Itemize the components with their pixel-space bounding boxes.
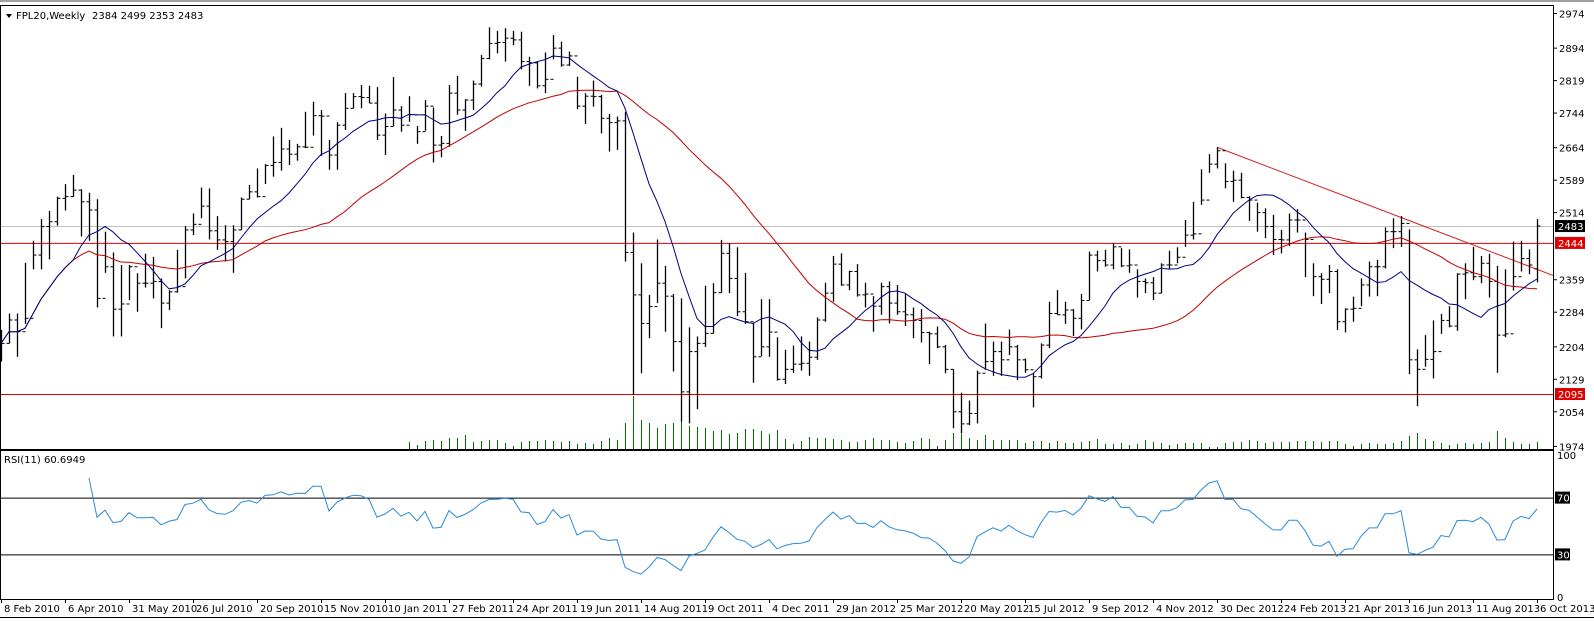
time-axis-label: 6 Oct 2013 xyxy=(1540,604,1594,615)
price-axis-label: 2284 xyxy=(1559,308,1584,319)
time-axis-label: 4 Dec 2011 xyxy=(772,604,830,615)
level-price-label: 2444 xyxy=(1558,239,1583,250)
chart-ohlc-values: 2384 2499 2353 2483 xyxy=(92,11,203,22)
time-axis-label: 9 Oct 2011 xyxy=(708,604,763,615)
rsi-axis-label: 0 xyxy=(1557,593,1563,604)
price-axis-label: 2204 xyxy=(1559,343,1584,354)
price-axis-label: 2664 xyxy=(1559,144,1584,155)
price-axis-label: 2974 xyxy=(1559,10,1584,21)
time-axis-label: 8 Feb 2010 xyxy=(4,604,60,615)
time-axis-label: 10 Jan 2011 xyxy=(388,604,448,615)
time-axis-label: 24 Apr 2011 xyxy=(516,604,578,615)
time-axis-label: 20 May 2012 xyxy=(964,604,1029,615)
price-axis-label: 2359 xyxy=(1559,276,1584,287)
time-axis-label: 15 Jul 2012 xyxy=(1028,604,1085,615)
time-axis-label: 21 Apr 2013 xyxy=(1348,604,1410,615)
rsi-axis-label: 70 xyxy=(1557,494,1570,505)
time-axis-label: 30 Dec 2012 xyxy=(1220,604,1284,615)
time-axis-label: 16 Jun 2013 xyxy=(1412,604,1472,615)
rsi-axis-label: 30 xyxy=(1557,550,1570,561)
current-price-label: 2483 xyxy=(1558,222,1583,233)
price-axis-label: 2744 xyxy=(1559,109,1584,120)
price-axis-label: 2129 xyxy=(1559,375,1584,386)
time-axis-label: 25 Mar 2012 xyxy=(900,604,963,615)
rsi-pane[interactable] xyxy=(0,450,1554,600)
chart-canvas[interactable]: 2974 2894 2819 2744 2664 2589 2514 2359 2284 2204… xyxy=(0,0,1594,622)
time-axis-label: 31 May 2010 xyxy=(132,604,197,615)
time-axis-label: 24 Feb 2013 xyxy=(1284,604,1346,615)
time-axis-label: 20 Sep 2010 xyxy=(260,604,323,615)
level-price-label: 2095 xyxy=(1558,390,1583,401)
time-axis-label: 4 Nov 2012 xyxy=(1156,604,1214,615)
time-axis-label: 29 Jan 2012 xyxy=(836,604,896,615)
time-axis-label: 14 Aug 2011 xyxy=(644,604,708,615)
price-axis-label: 2514 xyxy=(1559,209,1584,220)
window-top-border xyxy=(0,0,1594,2)
price-axis-label: 2054 xyxy=(1559,408,1584,419)
time-axis-label: 19 Jun 2011 xyxy=(580,604,640,615)
chart-symbol-timeframe: FPL20,Weekly xyxy=(16,11,85,22)
price-axis-label: 2894 xyxy=(1559,44,1584,55)
time-axis-label: 6 Apr 2010 xyxy=(68,604,123,615)
time-axis-label: 26 Jul 2010 xyxy=(196,604,253,615)
rsi-label: RSI(11) 60.6949 xyxy=(4,455,85,466)
time-axis-label: 15 Nov 2010 xyxy=(324,604,388,615)
time-axis-label: 11 Aug 2013 xyxy=(1476,604,1540,615)
rsi-axis-label: 100 xyxy=(1557,451,1576,462)
time-axis-label: 27 Feb 2011 xyxy=(452,604,514,615)
price-axis-label: 2819 xyxy=(1559,77,1584,88)
time-axis-label: 9 Sep 2012 xyxy=(1092,604,1149,615)
price-axis-label: 2589 xyxy=(1559,176,1584,187)
